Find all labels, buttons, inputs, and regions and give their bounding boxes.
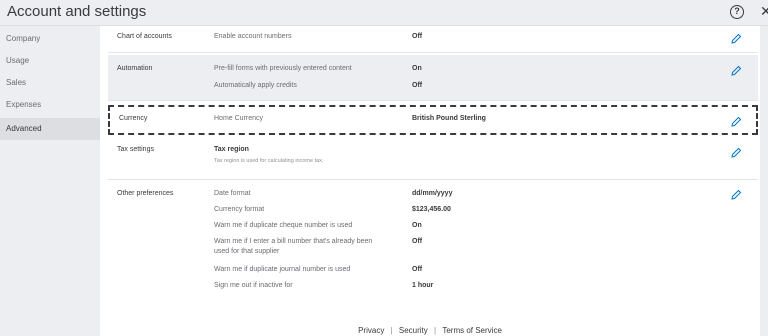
field-label: Home Currency xyxy=(214,115,264,122)
footer: Privacy | Security | Terms of Service xyxy=(100,326,760,335)
terms-link[interactable]: Terms of Service xyxy=(442,326,502,335)
help-icon[interactable]: ? xyxy=(730,5,744,19)
field-label: Warn me if duplicate journal number is u… xyxy=(214,266,351,273)
sidebar-item-expenses[interactable]: Expenses xyxy=(0,94,100,116)
field-value: Off xyxy=(412,33,423,40)
footer-separator: | xyxy=(434,326,437,335)
pencil-icon[interactable] xyxy=(730,32,742,44)
settings-sidebar: Company Usage Sales Expenses Advanced xyxy=(0,26,100,336)
security-link[interactable]: Security xyxy=(399,326,428,335)
field-label: Sign me out if inactive for xyxy=(214,282,293,289)
page-title: Account and settings xyxy=(7,3,147,20)
section-label: Automation xyxy=(117,65,153,72)
field-value: On xyxy=(412,222,422,229)
section-chart-of-accounts[interactable]: Chart of accounts Enable account numbers… xyxy=(108,26,758,53)
section-other-preferences[interactable]: Other preferences Date format dd/mm/yyyy… xyxy=(108,182,758,306)
pencil-icon[interactable] xyxy=(730,115,742,127)
pencil-icon[interactable] xyxy=(730,188,742,200)
section-label: Chart of accounts xyxy=(117,33,172,40)
pencil-icon[interactable] xyxy=(730,64,742,76)
section-automation[interactable]: Automation Pre-fill forms with previousl… xyxy=(108,55,758,101)
footer-separator: | xyxy=(390,326,393,335)
field-label-line1: Warn me if I enter a bill number that's … xyxy=(214,238,373,245)
section-currency[interactable]: Currency Home Currency British Pound Ste… xyxy=(108,105,758,135)
field-label-line2: used for that supplier xyxy=(214,248,280,255)
field-description: Tax region is used for calculating incom… xyxy=(214,158,324,164)
field-value: $123,456.00 xyxy=(412,206,451,213)
pencil-icon[interactable] xyxy=(730,146,742,158)
field-label: Tax region xyxy=(214,146,249,153)
field-label: Automatically apply credits xyxy=(214,82,297,89)
field-value: Off xyxy=(412,82,423,89)
section-label: Currency xyxy=(119,115,148,122)
field-value: Off xyxy=(412,238,423,245)
field-label: Warn me if duplicate cheque number is us… xyxy=(214,222,353,229)
section-label: Tax settings xyxy=(117,146,154,153)
field-label: Date format xyxy=(214,190,251,197)
section-label: Other preferences xyxy=(117,190,174,197)
field-label: Enable account numbers xyxy=(214,33,292,40)
sidebar-item-sales[interactable]: Sales xyxy=(0,72,100,94)
field-value: British Pound Sterling xyxy=(412,115,486,122)
sidebar-item-advanced[interactable]: Advanced xyxy=(0,118,100,140)
field-value: Off xyxy=(412,266,423,273)
scrollbar-track[interactable] xyxy=(760,26,768,336)
field-label: Pre-fill forms with previously entered c… xyxy=(214,65,352,72)
field-label: Currency format xyxy=(214,206,265,213)
privacy-link[interactable]: Privacy xyxy=(358,326,384,335)
field-value: dd/mm/yyyy xyxy=(412,190,453,197)
title-bar: Account and settings ? ✕ xyxy=(0,0,768,26)
field-value: 1 hour xyxy=(412,282,434,289)
sidebar-item-company[interactable]: Company xyxy=(0,28,100,50)
sidebar-item-usage[interactable]: Usage xyxy=(0,50,100,72)
section-tax-settings[interactable]: Tax settings Tax region Tax region is us… xyxy=(108,137,758,180)
close-icon[interactable]: ✕ xyxy=(760,3,768,20)
settings-main: Chart of accounts Enable account numbers… xyxy=(100,26,760,336)
field-value: On xyxy=(412,65,422,72)
